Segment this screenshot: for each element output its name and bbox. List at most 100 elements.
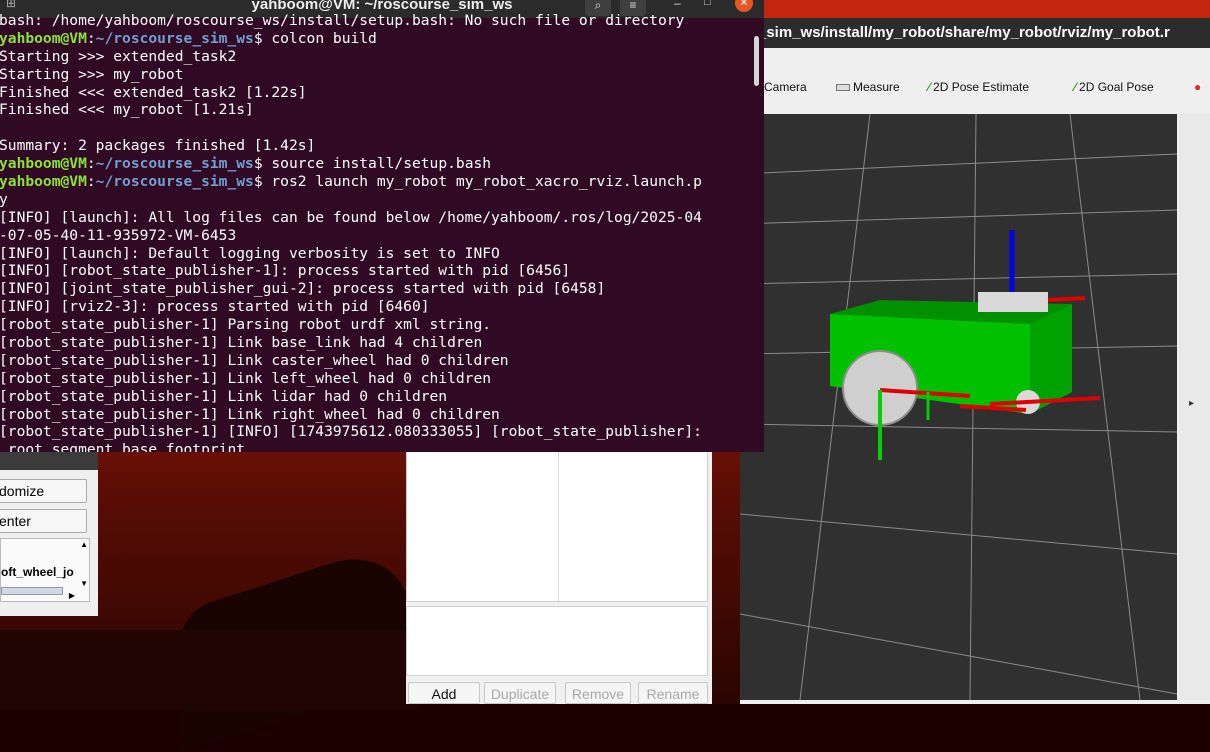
terminal-line: [robot_state_publisher-1] Link caster_wh…	[0, 352, 702, 370]
terminal-text: Starting >>> extended_task2	[0, 47, 237, 65]
terminal-line: Summary: 2 packages finished [1.42s]	[0, 137, 702, 155]
terminal-text: [INFO] [rviz2-3]: process started with p…	[0, 298, 430, 316]
terminal-text: bash: /home/yahboom/roscourse_ws/install…	[0, 12, 685, 29]
terminal-line: [INFO] [robot_state_publisher-1]: proces…	[0, 262, 702, 280]
wallpaper-strip	[740, 0, 1210, 18]
terminal-line: Finished <<< my_robot [1.21s]	[0, 101, 702, 119]
rviz-toolbar: Camera Measure ⁄ 2D Pose Estimate ⁄ 2D Goa…	[740, 72, 1210, 104]
displays-panel: Add Duplicate Remove Rename	[406, 450, 712, 704]
terminal-line: root segment base_footprint	[0, 441, 702, 452]
tool-2d-goal-pose[interactable]: ⁄ 2D Goal Pose	[1074, 80, 1154, 94]
joint-state-publisher-window: domize enter oft_wheel_jo ▲ ▼ ▶	[0, 452, 98, 616]
terminal-text: -07-05-40-11-935972-VM-6453	[0, 226, 237, 244]
rename-button[interactable]: Rename	[638, 682, 708, 704]
randomize-button[interactable]: domize	[0, 479, 87, 503]
rviz-3d-view[interactable]	[740, 114, 1177, 700]
remove-button[interactable]: Remove	[565, 682, 631, 704]
tool-2d-pose-estimate[interactable]: ⁄ 2D Pose Estimate	[928, 80, 1029, 94]
terminal-text: $ ros2 launch my_robot my_robot_xacro_rv…	[253, 173, 702, 191]
terminal-text: [INFO] [launch]: All log files can be fo…	[0, 208, 702, 226]
green-arrow-icon: ⁄	[928, 80, 931, 94]
terminal-line: [robot_state_publisher-1] Parsing robot …	[0, 316, 702, 334]
robot-scene	[740, 114, 1177, 700]
terminal-text: ~/roscourse_sim_ws	[95, 155, 254, 173]
display-description	[406, 606, 708, 676]
lidar	[978, 292, 1048, 312]
tool-publish-point[interactable]: ●	[1194, 80, 1204, 94]
maximize-icon[interactable]: □	[704, 0, 711, 8]
terminal-line: [INFO] [rviz2-3]: process started with p…	[0, 298, 702, 316]
terminal-line: [INFO] [launch]: All log files can be fo…	[0, 209, 702, 227]
terminal-text: $ colcon build	[253, 29, 377, 47]
terminal-line: Starting >>> my_robot	[0, 66, 702, 84]
terminal-text: [robot_state_publisher-1] Link left_whee…	[0, 369, 492, 387]
terminal-text: [robot_state_publisher-1] Parsing robot …	[0, 316, 492, 334]
terminal-text: [INFO] [robot_state_publisher-1]: proces…	[0, 262, 571, 280]
minimize-icon[interactable]: –	[674, 0, 681, 10]
wallpaper-foreground	[0, 630, 420, 710]
map-pin-icon: ●	[1194, 80, 1202, 94]
terminal-line: y	[0, 191, 702, 209]
rviz-window: _sim_ws/install/my_robot/share/my_robot/…	[740, 0, 1210, 704]
terminal-text: root segment base_footprint	[0, 441, 246, 452]
terminal-text: yahboom@VM	[0, 155, 87, 173]
rviz-side-panel: ▸	[1179, 114, 1210, 700]
terminal-output: bash: /home/yahboom/roscourse_ws/install…	[0, 12, 702, 452]
scroll-up-icon[interactable]: ▲	[80, 540, 88, 549]
ground-grid	[740, 114, 1177, 700]
terminal-line: [INFO] [launch]: Default logging verbosi…	[0, 245, 702, 263]
terminal-line: [robot_state_publisher-1] Link lidar had…	[0, 388, 702, 406]
terminal-text: :	[86, 173, 96, 191]
scroll-right-icon[interactable]: ▶	[69, 591, 75, 600]
terminal-text: Finished <<< my_robot [1.21s]	[0, 101, 254, 119]
terminal-text: :	[86, 155, 96, 173]
terminal-text: [robot_state_publisher-1] Link caster_wh…	[0, 351, 509, 369]
tool-camera[interactable]: Camera	[764, 80, 807, 94]
terminal-text: [robot_state_publisher-1] Link right_whe…	[0, 405, 500, 423]
terminal-line: yahboom@VM:~/roscourse_sim_ws$ ros2 laun…	[0, 173, 702, 191]
list-divider	[558, 451, 559, 603]
terminal-text: ~/roscourse_sim_ws	[95, 29, 254, 47]
ruler-icon	[836, 84, 850, 92]
tool-measure[interactable]: Measure	[836, 80, 900, 94]
scroll-down-icon[interactable]: ▼	[80, 579, 88, 588]
expand-arrow-icon[interactable]: ▸	[1189, 398, 1194, 409]
terminal-line: Finished <<< extended_task2 [1.22s]	[0, 84, 702, 102]
center-button[interactable]: enter	[0, 509, 87, 533]
terminal-line: -07-05-40-11-935972-VM-6453	[0, 227, 702, 245]
terminal-line: Starting >>> extended_task2	[0, 48, 702, 66]
terminal-line: [INFO] [joint_state_publisher_gui-2]: pr…	[0, 280, 702, 298]
terminal-line: [robot_state_publisher-1] Link base_link…	[0, 334, 702, 352]
terminal-text: [INFO] [joint_state_publisher_gui-2]: pr…	[0, 280, 606, 298]
joint-scroll-area[interactable]: oft_wheel_jo ▲ ▼ ▶	[0, 538, 90, 602]
jsp-titlebar	[0, 452, 98, 470]
green-arrow-icon: ⁄	[1074, 80, 1077, 94]
terminal-text: [robot_state_publisher-1] Link base_link…	[0, 334, 483, 352]
terminal-text: :	[86, 29, 96, 47]
terminal-line: [robot_state_publisher-1] [INFO] [174397…	[0, 423, 702, 441]
display-type-list[interactable]	[406, 450, 708, 603]
terminal-text: $ source install/setup.bash	[253, 155, 492, 173]
terminal-line: yahboom@VM:~/roscourse_sim_ws$ colcon bu…	[0, 30, 702, 48]
terminal-text: yahboom@VM	[0, 29, 87, 47]
terminal-text: [robot_state_publisher-1] [INFO] [174397…	[0, 423, 702, 441]
terminal-text: [INFO] [launch]: Default logging verbosi…	[0, 244, 500, 262]
joint-label: oft_wheel_jo	[1, 565, 74, 579]
terminal-text: Summary: 2 packages finished [1.42s]	[0, 137, 316, 155]
add-button[interactable]: Add	[408, 682, 480, 704]
rviz-title: _sim_ws/install/my_robot/share/my_robot/…	[740, 18, 1210, 48]
terminal-text: Starting >>> my_robot	[0, 65, 184, 83]
terminal-window[interactable]: ⊞ yahboom@VM: ~/roscourse_sim_ws ⌕ ≡ – □…	[0, 0, 764, 452]
terminal-text: [robot_state_publisher-1] Link lidar had…	[0, 387, 448, 405]
terminal-text: yahboom@VM	[0, 173, 87, 191]
terminal-line: bash: /home/yahboom/roscourse_ws/install…	[0, 12, 702, 30]
terminal-line: [robot_state_publisher-1] Link right_whe…	[0, 406, 702, 424]
terminal-line: [robot_state_publisher-1] Link left_whee…	[0, 370, 702, 388]
terminal-text: y	[0, 190, 8, 208]
joint-slider[interactable]	[1, 587, 63, 595]
terminal-text: Finished <<< extended_task2 [1.22s]	[0, 83, 307, 101]
terminal-scrollbar[interactable]	[754, 36, 759, 86]
duplicate-button[interactable]: Duplicate	[484, 682, 556, 704]
terminal-text: ~/roscourse_sim_ws	[95, 173, 254, 191]
